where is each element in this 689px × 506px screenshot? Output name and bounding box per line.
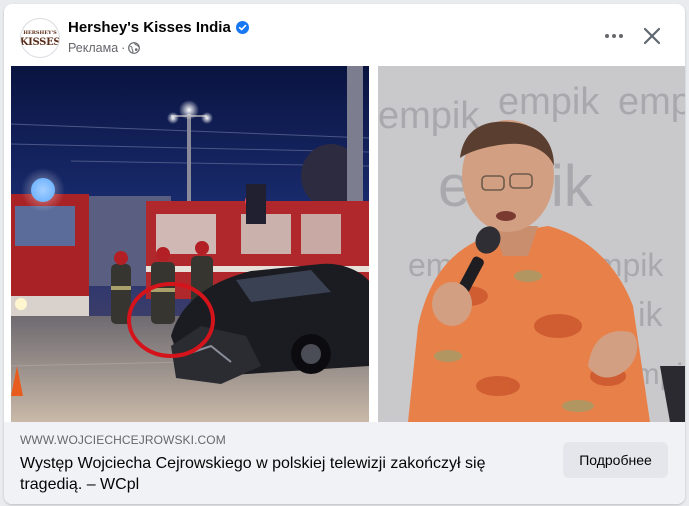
meta-separator: · — [121, 41, 126, 55]
post-media[interactable]: empik empik empik empik empik empik ik e… — [11, 66, 685, 422]
page-name-row: Hershey's Kisses India — [68, 19, 249, 36]
link-title[interactable]: Występ Wojciecha Cejrowskiego w polskiej… — [20, 453, 540, 495]
page-avatar[interactable]: HERSHEY'S KISSES — [20, 18, 60, 58]
post-meta: Реклама · — [68, 41, 141, 55]
svg-text:empik: empik — [498, 81, 600, 123]
speaker-photo[interactable]: empik empik empik empik empik empik ik e… — [378, 66, 685, 422]
sponsored-post-card: HERSHEY'S KISSES Hershey's Kisses India … — [4, 4, 685, 504]
svg-text:ik: ik — [638, 296, 664, 334]
learn-more-button[interactable]: Подробнее — [563, 442, 668, 478]
crash-scene-photo[interactable] — [11, 66, 369, 422]
close-icon — [643, 27, 661, 45]
svg-text:empik: empik — [618, 81, 685, 123]
more-options-button[interactable] — [600, 22, 628, 50]
verified-badge-icon — [235, 21, 249, 34]
close-button[interactable] — [636, 20, 668, 52]
link-domain: WWW.WOJCIECHCEJROWSKI.COM — [20, 433, 226, 447]
more-options-icon — [605, 34, 623, 38]
svg-text:empik: empik — [378, 95, 480, 137]
link-preview[interactable]: WWW.WOJCIECHCEJROWSKI.COM Występ Wojciec… — [4, 422, 685, 504]
post-header: HERSHEY'S KISSES Hershey's Kisses India … — [4, 4, 685, 66]
page-name[interactable]: Hershey's Kisses India — [68, 19, 231, 36]
sponsored-label[interactable]: Реклама — [68, 41, 118, 55]
hersheys-logo: HERSHEY'S KISSES — [20, 30, 60, 48]
globe-icon[interactable] — [128, 42, 141, 54]
